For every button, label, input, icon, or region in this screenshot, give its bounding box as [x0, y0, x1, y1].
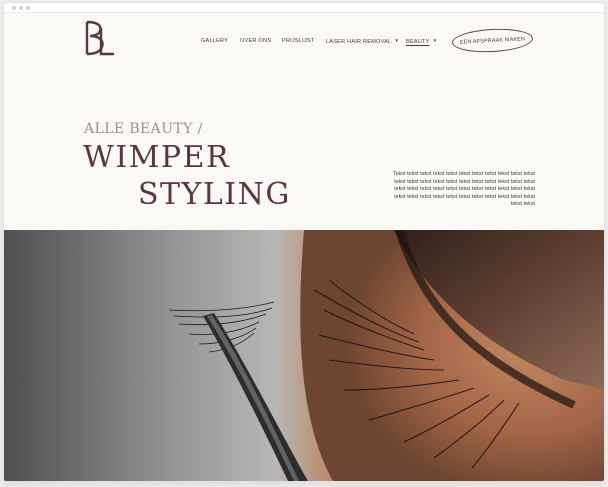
chevron-down-icon: ▼ — [432, 38, 438, 43]
book-appointment-button[interactable]: EEN AFSPRAAK MAKEN — [451, 26, 534, 55]
page-title-line1: WIMPER — [83, 140, 231, 175]
nav-beauty-label: BEAUTY — [406, 39, 430, 45]
window-chrome — [4, 3, 604, 13]
browser-window: GALLERY OVER ONS PRIJSLIJST LASER HAIR R… — [3, 2, 605, 482]
nav-prijslijst[interactable]: PRIJSLIJST — [282, 38, 314, 44]
nav-laser-hair-removal[interactable]: LASER HAIR REMOVAL ▼ — [326, 38, 399, 45]
breadcrumb[interactable]: ALLE BEAUTY / — [84, 121, 203, 137]
chevron-down-icon: ▼ — [394, 38, 400, 43]
nav-beauty[interactable]: BEAUTY ▼ — [406, 38, 437, 45]
window-dot-minimize[interactable] — [19, 6, 23, 10]
window-dot-maximize[interactable] — [26, 6, 30, 10]
window-dot-close[interactable] — [12, 6, 16, 10]
nav-laser-label: LASER HAIR REMOVAL — [326, 39, 392, 45]
intro-text: Tekst tekst tekst tekst tekst tekst teks… — [393, 171, 535, 208]
nav-gallery[interactable]: GALLERY — [201, 38, 228, 44]
page-title-line2: STYLING — [138, 177, 291, 212]
nav-over-ons[interactable]: OVER ONS — [240, 38, 271, 44]
hero-image — [4, 230, 604, 481]
